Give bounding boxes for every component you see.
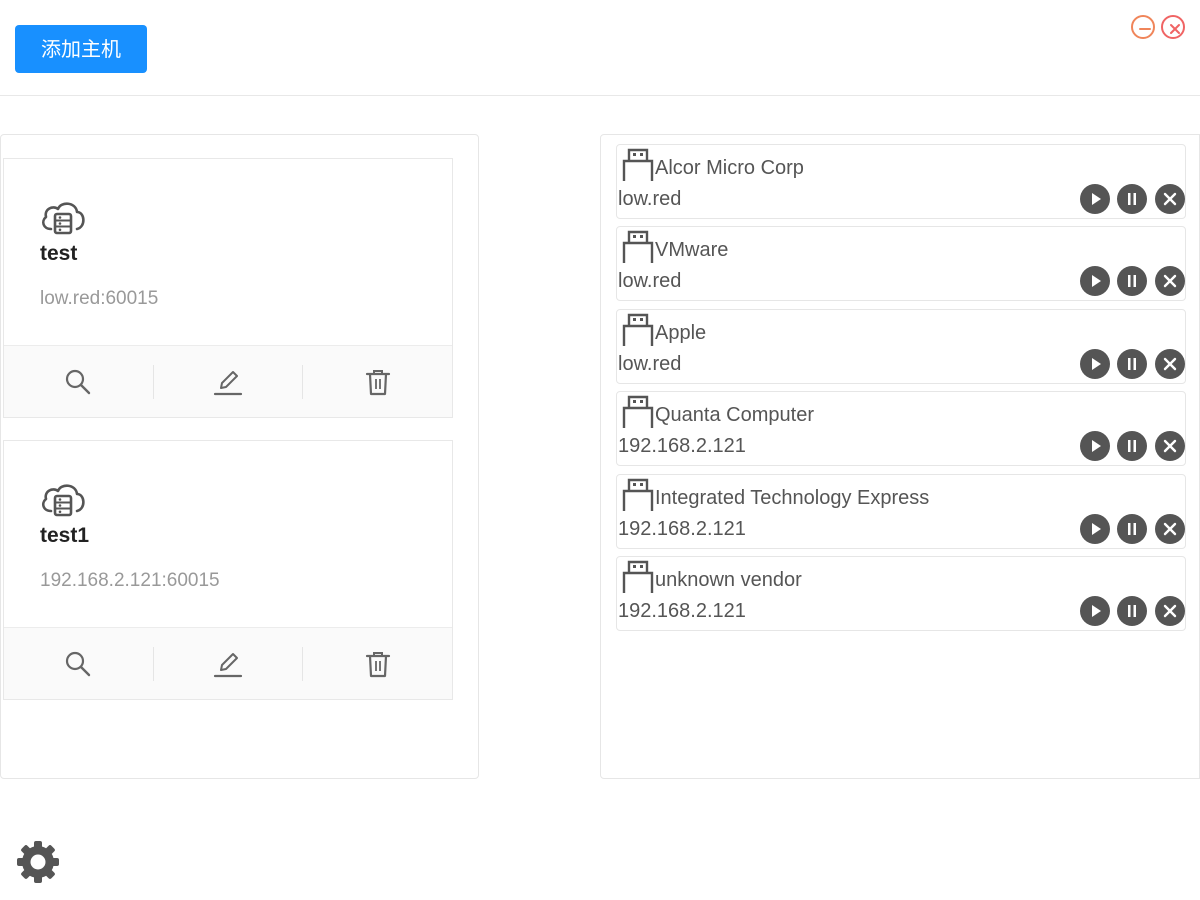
usb-device-card: Quanta Computer 192.168.2.121: [616, 391, 1186, 466]
play-icon: [1092, 440, 1101, 452]
play-button[interactable]: [1080, 596, 1110, 626]
trash-icon: [365, 369, 390, 395]
delete-host-button[interactable]: [302, 646, 452, 681]
minimize-button[interactable]: [1131, 15, 1155, 39]
play-icon: [1092, 275, 1101, 287]
pause-icon: [1128, 605, 1136, 617]
cloud-server-icon: [41, 484, 85, 517]
pause-button[interactable]: [1117, 184, 1147, 214]
usb-icon: [622, 313, 654, 346]
host-address: low.red:60015: [40, 288, 159, 309]
cloud-server-icon: [41, 202, 85, 235]
pause-icon: [1128, 523, 1136, 535]
host-list-panel: test low.red:60015 test1 192.168.2.121:6…: [0, 134, 479, 779]
pause-button[interactable]: [1117, 431, 1147, 461]
host-name: test1: [40, 524, 90, 547]
edit-icon: [213, 370, 243, 395]
play-button[interactable]: [1080, 266, 1110, 296]
trash-icon: [365, 651, 390, 677]
edit-icon: [213, 652, 243, 677]
device-host: low.red: [618, 270, 682, 292]
close-icon: [1163, 192, 1177, 206]
play-button[interactable]: [1080, 514, 1110, 544]
usb-device-card: VMware low.red: [616, 226, 1186, 301]
host-name: test: [40, 242, 78, 265]
host-address: 192.168.2.121:60015: [40, 570, 220, 591]
device-host: low.red: [618, 353, 682, 375]
play-icon: [1092, 193, 1101, 205]
usb-icon: [622, 478, 654, 511]
close-icon: [1163, 439, 1177, 453]
host-action-bar: [4, 345, 452, 417]
pause-button[interactable]: [1117, 266, 1147, 296]
disconnect-button[interactable]: [1155, 184, 1185, 214]
play-icon: [1092, 605, 1101, 617]
device-host: 192.168.2.121: [618, 600, 746, 622]
disconnect-button[interactable]: [1155, 266, 1185, 296]
device-host: 192.168.2.121: [618, 435, 746, 457]
edit-host-button[interactable]: [152, 646, 303, 681]
host-card[interactable]: test low.red:60015: [3, 158, 453, 418]
gear-icon: [17, 841, 59, 883]
delete-host-button[interactable]: [302, 364, 452, 399]
play-button[interactable]: [1080, 184, 1110, 214]
disconnect-button[interactable]: [1155, 514, 1185, 544]
pause-button[interactable]: [1117, 596, 1147, 626]
close-icon: [1163, 604, 1177, 618]
device-vendor: Apple: [655, 322, 707, 344]
pause-icon: [1128, 440, 1136, 452]
play-button[interactable]: [1080, 349, 1110, 379]
device-host: low.red: [618, 188, 682, 210]
usb-device-card: unknown vendor 192.168.2.121: [616, 556, 1186, 631]
device-vendor: Alcor Micro Corp: [655, 157, 804, 179]
close-window-button[interactable]: [1161, 15, 1185, 39]
device-host: 192.168.2.121: [618, 518, 746, 540]
host-card[interactable]: test1 192.168.2.121:60015: [3, 440, 453, 700]
top-toolbar: 添加主机: [0, 0, 1200, 96]
pause-icon: [1128, 275, 1136, 287]
x-circle-icon: [1170, 24, 1180, 34]
close-icon: [1163, 357, 1177, 371]
search-icon: [66, 369, 91, 394]
disconnect-button[interactable]: [1155, 596, 1185, 626]
add-host-button[interactable]: 添加主机: [15, 25, 147, 73]
usb-device-card: Integrated Technology Express 192.168.2.…: [616, 474, 1186, 549]
minus-circle-icon: [1139, 28, 1151, 30]
usb-icon: [622, 395, 654, 428]
usb-device-card: Alcor Micro Corp low.red: [616, 144, 1186, 219]
device-vendor: unknown vendor: [655, 569, 802, 591]
device-vendor: VMware: [655, 239, 729, 261]
usb-icon: [622, 148, 654, 181]
device-vendor: Integrated Technology Express: [655, 487, 930, 509]
pause-button[interactable]: [1117, 514, 1147, 544]
pause-button[interactable]: [1117, 349, 1147, 379]
close-icon: [1163, 522, 1177, 536]
search-host-button[interactable]: [4, 365, 153, 399]
edit-host-button[interactable]: [152, 364, 303, 399]
search-host-button[interactable]: [4, 647, 153, 681]
close-icon: [1163, 274, 1177, 288]
search-icon: [66, 651, 91, 676]
disconnect-button[interactable]: [1155, 431, 1185, 461]
pause-icon: [1128, 358, 1136, 370]
settings-button[interactable]: [15, 839, 61, 885]
pause-icon: [1128, 193, 1136, 205]
disconnect-button[interactable]: [1155, 349, 1185, 379]
usb-icon: [622, 560, 654, 593]
play-button[interactable]: [1080, 431, 1110, 461]
usb-icon: [622, 230, 654, 263]
usb-device-panel: Alcor Micro Corp low.red VMware low.red: [600, 134, 1200, 779]
usb-device-card: Apple low.red: [616, 309, 1186, 384]
device-vendor: Quanta Computer: [655, 404, 814, 426]
app-window: 添加主机 test low.red:60015 test1 192.168.2.…: [0, 0, 1200, 900]
play-icon: [1092, 523, 1101, 535]
play-icon: [1092, 358, 1101, 370]
host-action-bar: [4, 627, 452, 699]
